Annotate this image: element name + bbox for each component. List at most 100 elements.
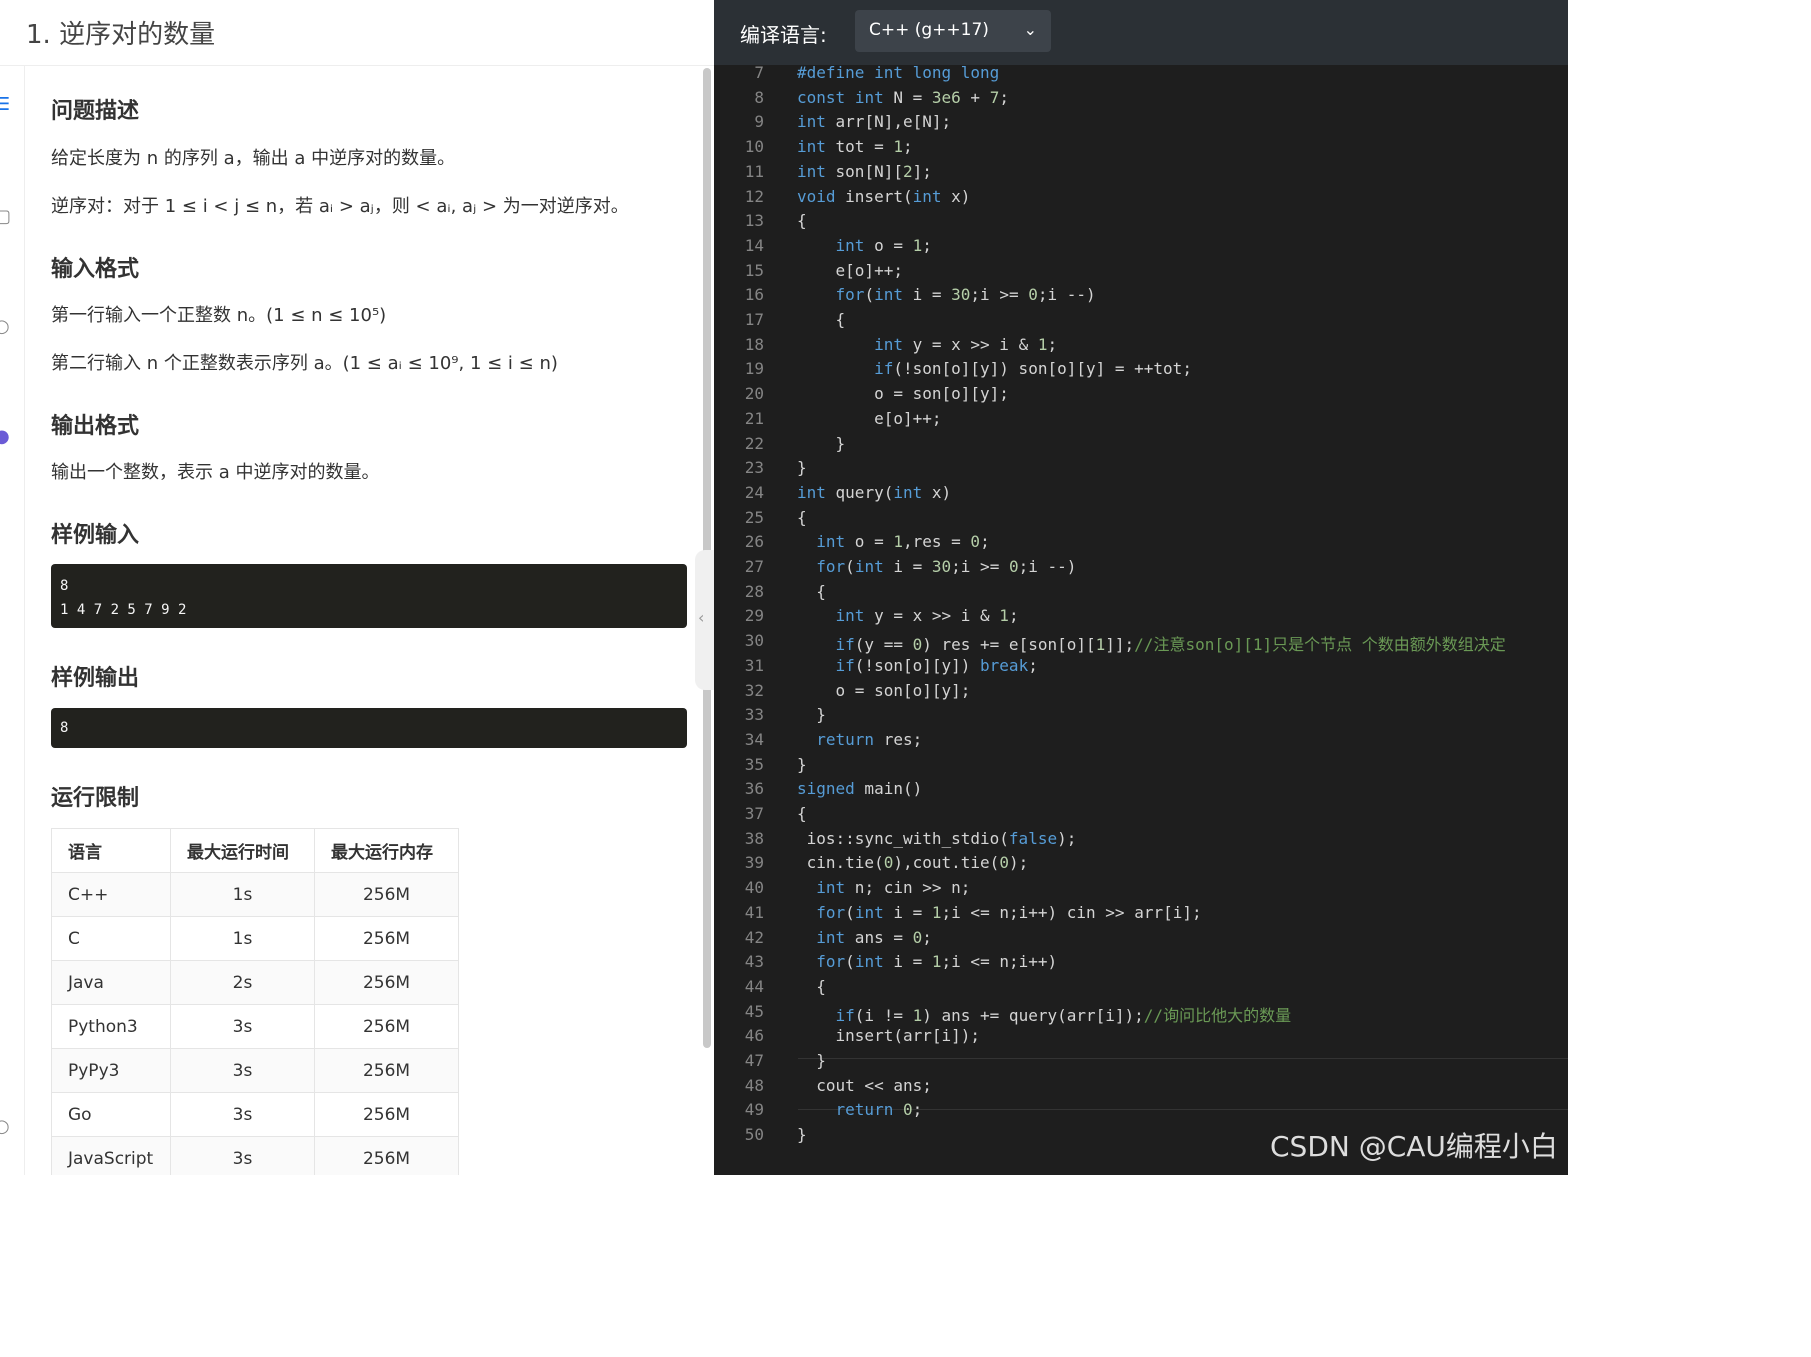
sample-output-line: 8 — [60, 720, 69, 736]
code-line: return res; — [816, 729, 923, 749]
code-line: { — [797, 211, 807, 231]
section-heading-input: 输入格式 — [51, 257, 140, 282]
code-line: for(int i = 30;i >= 0;i --) — [816, 557, 1077, 576]
line-number: 45 — [744, 1001, 764, 1021]
line-number: 46 — [744, 1026, 764, 1046]
table-cell: 3s — [170, 1092, 315, 1137]
problem-title: 1. 逆序对的数量 — [26, 20, 216, 50]
description-line-1: 给定长度为 n 的序列 a，输出 a 中逆序对的数量。 — [51, 148, 456, 169]
rail-solution-icon[interactable]: ▢ — [0, 206, 11, 227]
section-heading-output: 输出格式 — [51, 414, 140, 439]
table-cell: 3s — [170, 1004, 315, 1049]
table-row: JavaScript 3s 256M — [51, 1136, 459, 1175]
code-line: if(!son[o][y]) break; — [835, 655, 1038, 675]
table-row: C++ 1s 256M — [51, 872, 459, 917]
rail-help-icon[interactable]: ○ — [0, 1116, 10, 1137]
line-number: 26 — [744, 532, 764, 552]
line-number: 31 — [744, 655, 764, 675]
side-rail: ☰ ▢ ○ ● ○ — [0, 66, 25, 1175]
line-number: 27 — [744, 557, 764, 576]
line-number: 20 — [744, 384, 764, 404]
line-number: 17 — [744, 310, 764, 329]
code-line: } — [797, 705, 826, 725]
table-row: Java 2s 256M — [51, 960, 459, 1005]
problem-header: ‹ 1. 逆序对的数量 — [0, 0, 714, 66]
table-row: PyPy3 3s 256M — [51, 1048, 459, 1093]
line-number: 29 — [744, 606, 764, 626]
collapse-panel-button[interactable]: ‹ — [695, 550, 714, 690]
line-number: 11 — [744, 161, 764, 181]
output-line-1: 输出一个整数，表示 a 中逆序对的数量。 — [51, 462, 380, 483]
code-line: for(int i = 1;i <= n;i++) cin >> arr[i]; — [816, 902, 1202, 922]
language-select[interactable]: C++ (g++17) ⌄ — [855, 10, 1051, 52]
rail-record-icon[interactable]: ○ — [0, 316, 10, 337]
sample-input-line: 8 — [60, 578, 69, 594]
code-line: if(y == 0) res += e[son[o][1]];//注意son[o… — [835, 635, 1506, 655]
line-number: 10 — [744, 137, 764, 157]
table-cell: C++ — [51, 872, 171, 917]
line-number: 9 — [754, 112, 764, 132]
line-number: 22 — [744, 433, 764, 453]
line-number: 24 — [744, 482, 764, 502]
line-number: 28 — [744, 581, 764, 601]
table-cell: 256M — [314, 1004, 459, 1049]
rail-avatar-icon[interactable]: ● — [0, 426, 10, 447]
code-line: int o = 1,res = 0; — [816, 532, 990, 552]
code-line: for(int i = 30;i >= 0;i --) — [835, 285, 1096, 305]
line-number: 50 — [744, 1125, 764, 1145]
line-number: 33 — [744, 705, 764, 725]
chevron-down-icon: ⌄ — [1023, 20, 1037, 39]
input-line-2: 第二行输入 n 个正整数表示序列 a。(1 ≤ aᵢ ≤ 10⁹, 1 ≤ i … — [51, 353, 558, 374]
line-number: 12 — [744, 186, 764, 206]
section-heading-sample-input: 样例输入 — [51, 523, 140, 548]
table-cell: JavaScript — [51, 1136, 171, 1175]
table-cell: 256M — [314, 1092, 459, 1137]
line-number: 49 — [744, 1100, 764, 1120]
line-number: 7 — [754, 63, 764, 82]
line-number: 19 — [744, 359, 764, 379]
code-line: int ans = 0; — [816, 927, 932, 947]
section-heading-limits: 运行限制 — [51, 786, 140, 811]
line-number: 32 — [744, 680, 764, 700]
code-line: int tot = 1; — [797, 137, 913, 157]
problem-panel: ‹ 1. 逆序对的数量 ☰ ▢ ○ ● ○ 问题描述 给定长度为 n 的序列 a… — [0, 0, 714, 1175]
line-number: 13 — [744, 211, 764, 231]
code-line: cin.tie(0),cout.tie(0); — [797, 853, 1029, 873]
code-line: o = son[o][y]; — [797, 680, 971, 700]
code-line: int o = 1; — [835, 235, 932, 255]
line-number: 18 — [744, 334, 764, 354]
code-line: o = son[o][y]; — [797, 384, 1009, 404]
code-line: if(!son[o][y]) son[o][y] = ++tot; — [874, 359, 1192, 379]
line-number: 37 — [744, 804, 764, 823]
code-line: signed main() — [797, 779, 923, 799]
code-line: int y = x >> i & 1; — [835, 606, 1019, 626]
editor-toolbar: 编译语言: C++ (g++17) ⌄ — [714, 0, 1568, 65]
table-cell: 256M — [314, 1048, 459, 1093]
code-line: { — [797, 976, 826, 996]
sample-input-box[interactable]: 8 1 4 7 2 5 7 9 2 — [51, 564, 687, 628]
code-line: { — [797, 581, 826, 601]
table-cell: 256M — [314, 916, 459, 961]
code-line: int query(int x) — [797, 482, 952, 502]
code-line: { — [797, 507, 807, 527]
sample-output-box[interactable]: 8 — [51, 708, 687, 748]
rail-tab-icon[interactable]: ☰ — [0, 94, 10, 115]
code-editor[interactable]: 7 #define int long long 8 const int N = 3e6… — [714, 63, 1568, 1175]
line-number: 21 — [744, 408, 764, 428]
line-number: 25 — [744, 507, 764, 527]
table-cell: 2s — [170, 960, 315, 1005]
back-icon[interactable]: ‹ — [0, 16, 2, 44]
table-cell: 256M — [314, 872, 459, 917]
code-line: } — [797, 754, 807, 774]
line-number: 16 — [744, 285, 764, 305]
line-number: 44 — [744, 976, 764, 996]
table-cell: C — [51, 916, 171, 961]
line-number: 34 — [744, 729, 764, 749]
table-cell: PyPy3 — [51, 1048, 171, 1093]
code-line: int n; cin >> n; — [816, 878, 971, 898]
table-cell: 256M — [314, 1136, 459, 1175]
table-header-row: 语言 最大运行时间 最大运行内存 — [51, 828, 459, 873]
language-label: 编译语言: — [740, 23, 827, 47]
line-number: 40 — [744, 878, 764, 898]
line-number: 47 — [744, 1051, 764, 1070]
